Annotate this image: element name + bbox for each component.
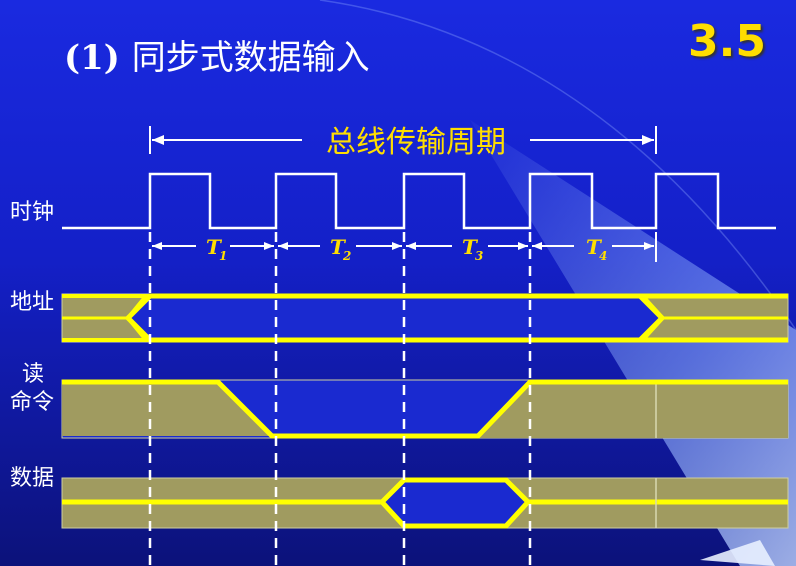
bus-cycle-label: 总线传输周期 — [326, 125, 506, 160]
clock-waveform — [62, 172, 776, 230]
bus-cycle-left-arrowhead — [152, 135, 164, 145]
t1-label: T 1 — [206, 235, 227, 263]
read-command-waveform — [61, 379, 789, 439]
svg-text:3: 3 — [475, 249, 483, 263]
svg-text:4: 4 — [599, 249, 607, 263]
slide: (1) 同步式数据输入 3.5 时钟 地址 读 命令 数据 总线传输周期 T 1… — [0, 0, 796, 566]
data-bus — [61, 477, 789, 529]
t4-label: T 4 — [586, 235, 607, 263]
t2-label: T 2 — [330, 235, 351, 263]
bus-cycle-right-arrowhead — [642, 135, 654, 145]
timing-diagram: 总线传输周期 T 1 T 2 T 3 T 4 — [61, 125, 789, 566]
svg-text:2: 2 — [342, 249, 351, 263]
svg-text:1: 1 — [219, 249, 227, 263]
t3-label: T 3 — [462, 235, 483, 263]
address-bus — [61, 293, 789, 343]
